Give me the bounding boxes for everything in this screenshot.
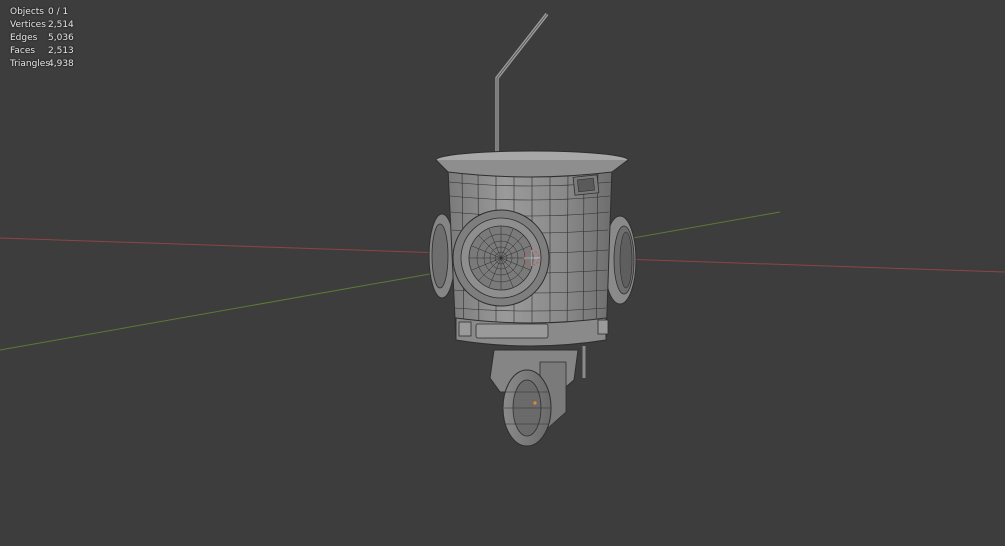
y-axis-line [0,211,781,351]
stats-row-objects: Objects 0 / 1 [10,6,74,19]
stats-value: 2,514 [48,20,74,30]
stats-label: Triangles [10,59,51,69]
scene-canvas[interactable] [0,0,1005,546]
stats-label: Objects [10,7,45,17]
stats-value: 2,513 [48,46,74,56]
stats-label: Edges [10,33,38,43]
stats-value: 4,938 [48,59,74,69]
statistics-overlay: Objects 0 / 1 Vertices 2,514 Edges 5,036… [10,6,74,71]
wheel-assembly [489,346,586,447]
stats-row-edges: Edges 5,036 [10,32,74,45]
3d-viewport[interactable]: Objects 0 / 1 Vertices 2,514 Edges 5,036… [0,0,1005,546]
stats-label: Faces [10,46,36,56]
antenna [495,12,549,152]
stats-value: 0 / 1 [48,7,69,17]
stats-row-triangles: Triangles 4,938 [10,58,74,71]
stats-row-vertices: Vertices 2,514 [10,19,74,32]
stats-row-faces: Faces 2,513 [10,45,74,58]
stats-label: Vertices [10,20,46,30]
stats-value: 5,036 [48,33,74,43]
